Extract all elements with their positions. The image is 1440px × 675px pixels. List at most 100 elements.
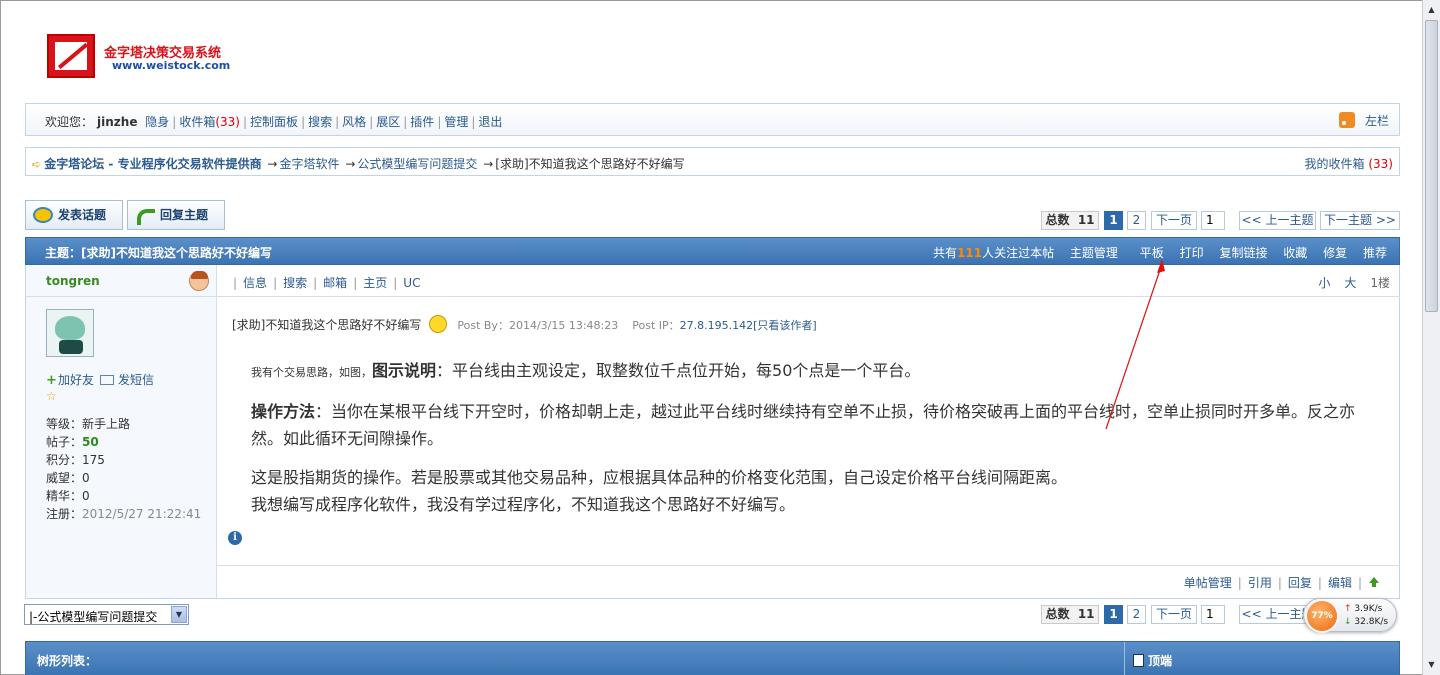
author-panel: tongren +加好友 发短信 ☆ 等级：新手上路 帖子：50 积分：175 威… [26,265,217,598]
back-to-top-link[interactable]: 顶端 [1133,652,1172,669]
upload-speed: 3.9K/s [1354,604,1383,614]
pager-next-button[interactable]: 下一页 [1151,605,1197,624]
browser-viewport: 金字塔决策交易系统 www.weistock.com 欢迎您： jinzhe 隐身… [0,0,1422,675]
breadcrumb: ➪ 金字塔论坛 - 专业程序化交易软件提供商 → 金字塔软件 → 公式模型编写问题提交… [25,147,1400,176]
upload-arrow-icon: ↑ [1344,604,1352,614]
thread-header: 主题：[求助]不知道我这个思路好不好编写 共有111人关注过本帖 主题管理 平板… [25,237,1400,265]
single-post-manage-link[interactable]: 单帖管理 [1184,576,1232,590]
author-info-link[interactable]: 信息 [243,276,267,290]
author-only-link[interactable]: [只看该作者] [753,319,817,332]
post-title: [求助]不知道我这个思路好不好编写 [232,318,422,332]
pager-page-input[interactable]: 1 [1201,605,1225,624]
back-to-top-icon[interactable] [1368,576,1380,588]
topbar-item-invisible[interactable]: 隐身 [145,115,169,129]
font-large-button[interactable]: 大 [1344,276,1356,290]
topbar-item-showcase[interactable]: 展区 [376,115,400,129]
post-time: 2014/3/15 13:48:23 [508,319,619,332]
tree-list-label: 树形列表： [37,654,98,668]
topbar-item-control-panel[interactable]: 控制面板 [250,115,298,129]
forum-jump-select[interactable]: |-公式模型编写问题提交 ▼ [24,604,189,625]
download-arrow-icon: ↓ [1344,617,1352,627]
avatar[interactable] [46,309,94,357]
topbar-item-search[interactable]: 搜索 [308,115,332,129]
download-speed: 32.8K/s [1354,617,1389,627]
topbar-item-admin[interactable]: 管理 [444,115,468,129]
pager-page-1[interactable]: 1 [1104,605,1123,624]
rss-icon[interactable] [1339,112,1355,128]
followers-text: 共有111人关注过本帖 [933,246,1055,260]
tool-recommend[interactable]: 推荐 [1363,246,1387,260]
tool-copy-link[interactable]: 复制链接 [1219,246,1267,260]
thread-title: 主题：[求助]不知道我这个思路好不好编写 [45,246,272,260]
post-footer: i 单帖管理 | 引用 | 回复 | 编辑 | [217,531,1400,598]
post-body: 我有个交易思路，如图，图示说明：平台线由主观设定，取整数位千点位开始，每50个点… [251,361,1356,514]
user-face-icon [189,271,209,291]
user-toolbar: 欢迎您： jinzhe 隐身 | 收件箱(33) | 控制面板 | 搜索 | 风格 | 展区 | 插件 | 管… [25,103,1400,136]
pager-next-button[interactable]: 下一页 [1151,211,1197,230]
author-email-link[interactable]: 邮箱 [323,276,347,290]
inbox-count: (33) [215,115,240,129]
cpu-usage-ball: 77% [1305,599,1339,633]
tool-flat-view[interactable]: 平板 [1140,246,1164,260]
add-friend-icon: + [46,373,57,388]
pointer-icon: ➪ [32,158,42,171]
tool-favorite[interactable]: 收藏 [1283,246,1307,260]
tool-print[interactable]: 打印 [1180,246,1204,260]
author-homepage-link[interactable]: 主页 [363,276,387,290]
font-small-button[interactable]: 小 [1318,276,1330,290]
breadcrumb-forum[interactable]: 金字塔论坛 - 专业程序化交易软件提供商 [44,157,261,171]
topbar-item-style[interactable]: 风格 [342,115,366,129]
scroll-up-icon[interactable]: ▲ [1425,3,1438,16]
my-inbox-link[interactable]: 我的收件箱 (33) [1305,155,1393,172]
next-topic-button[interactable]: 下一主题 >> [1320,211,1400,230]
tool-repair[interactable]: 修复 [1323,246,1347,260]
breadcrumb-formula-board[interactable]: 公式模型编写问题提交 [357,157,477,171]
left-sidebar-toggle[interactable]: 左栏 [1365,112,1389,129]
pager-page-2[interactable]: 2 [1127,605,1146,624]
new-topic-button[interactable]: 发表话题 [25,200,123,230]
welcome-label: 欢迎您： [45,115,94,129]
add-friend-link[interactable]: 加好友 [58,373,94,387]
thread-tools: 共有111人关注过本帖 主题管理 平板 打印 复制链接 收藏 修复 推荐 [933,244,1387,261]
envelope-icon [100,375,115,385]
logo-url: www.weistock.com [112,59,231,72]
breadcrumb-pyramid-software[interactable]: 金字塔软件 [279,157,339,171]
site-logo[interactable]: 金字塔决策交易系统 www.weistock.com [47,34,237,80]
author-name[interactable]: tongren [46,274,100,288]
pager-page-2[interactable]: 2 [1127,211,1146,230]
reply-arrow-icon [135,207,155,225]
document-icon [1133,654,1144,667]
prev-topic-button[interactable]: << 上一主题 [1239,211,1316,230]
author-stats: 等级：新手上路 帖子：50 积分：175 威望：0 精华：0 注册：2012/5… [46,417,202,521]
floor-number: 1楼 [1370,276,1390,290]
topbar-item-plugins[interactable]: 插件 [410,115,434,129]
quote-link[interactable]: 引用 [1248,576,1272,590]
pager-total: 总数 11 [1041,211,1099,230]
pager-page-input[interactable]: 1 [1201,211,1225,230]
topbar-item-logout[interactable]: 退出 [478,115,502,129]
edit-link[interactable]: 编辑 [1328,576,1352,590]
network-speed-widget[interactable]: 77% ↑ 3.9K/s ↓ 32.8K/s [1303,598,1397,633]
topbar-item-inbox[interactable]: 收件箱(33) [179,115,240,129]
smiley-icon [429,315,448,333]
author-uc-link[interactable]: UC [403,276,420,290]
username[interactable]: jinzhe [97,115,137,129]
post-content: | 信息 | 搜索 | 邮箱 | 主页 | UC 小大 1楼 [求助]不知道我这个思路好不好编写 Po… [217,265,1400,598]
user-menu: 欢迎您： jinzhe 隐身 | 收件箱(33) | 控制面板 | 搜索 | 风格 | 展区 | 插件 | 管… [45,115,503,129]
pager-total: 总数 11 [1041,605,1099,624]
scrollbar-thumb[interactable] [1425,20,1438,312]
vertical-scrollbar[interactable]: ▲ ▼ [1422,0,1440,675]
tool-manage-topic[interactable]: 主题管理 [1070,246,1118,260]
info-icon[interactable]: i [228,531,242,545]
tree-list-header: 树形列表： 顶端 [25,641,1400,675]
breadcrumb-current: [求助]不知道我这个思路好不好编写 [495,157,685,171]
send-message-link[interactable]: 发短信 [118,373,154,387]
post-1: tongren +加好友 发短信 ☆ 等级：新手上路 帖子：50 积分：175 威… [25,265,1400,599]
author-search-link[interactable]: 搜索 [283,276,307,290]
reply-topic-button[interactable]: 回复主题 [127,200,225,230]
post-ip[interactable]: 27.8.195.142 [680,319,753,332]
scroll-down-icon[interactable]: ▼ [1425,658,1438,671]
speech-bubble-icon [33,207,53,223]
reply-link[interactable]: 回复 [1288,576,1312,590]
pager-page-1[interactable]: 1 [1104,211,1123,230]
